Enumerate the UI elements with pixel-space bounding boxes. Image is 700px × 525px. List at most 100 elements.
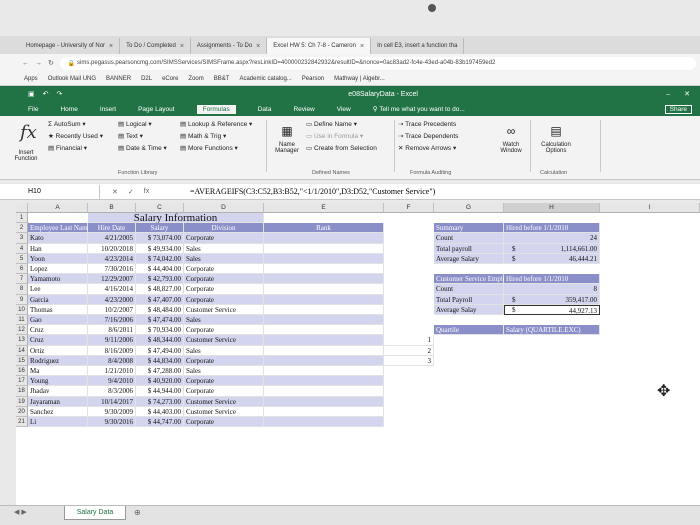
cell-last-name[interactable]: Han [28,243,88,254]
cell-division[interactable]: Corporate [184,264,264,275]
cell-hire-date[interactable]: 12/29/2007 [88,274,136,285]
row-header[interactable]: 21 [16,417,28,428]
cell-rank[interactable] [264,264,384,275]
close-icon[interactable]: × [256,43,260,50]
financial-button[interactable]: ▤ Financial ▾ [48,144,103,156]
row-header[interactable]: 5 [16,253,28,264]
cell-hire-date[interactable]: 7/30/2016 [88,264,136,275]
close-icon[interactable]: × [109,43,113,50]
cell-division[interactable]: Sales [184,345,264,356]
cell-division[interactable]: Sales [184,243,264,254]
trace-dependents-button[interactable]: ⇢ Trace Dependents [398,132,458,144]
summary-header[interactable]: Hired before 1/1/2010 [504,223,600,234]
logical-button[interactable]: ▤ Logical ▾ [118,120,167,132]
cell-salary[interactable]: $ 74,273.00 [136,396,184,407]
cell-last-name[interactable]: Gao [28,315,88,326]
cs-label[interactable]: Count [434,284,504,295]
cell-hire-date[interactable]: 1/21/2010 [88,366,136,377]
summary-label[interactable]: Average Salary [434,253,504,264]
bookmark[interactable]: Outlook Mail UNG [48,76,96,82]
create-from-selection-button[interactable]: ▭ Create from Selection [306,144,377,156]
cell-last-name[interactable]: Rodriguez [28,355,88,366]
bookmark[interactable]: BANNER [106,76,131,82]
cell-salary[interactable]: $ 44,747.00 [136,417,184,428]
table-header[interactable]: Salary [136,223,184,234]
row-header[interactable]: 16 [16,366,28,377]
bookmark[interactable]: Apps [24,76,38,82]
cell-hire-date[interactable]: 9/30/2016 [88,417,136,428]
browser-tab[interactable]: Assignments - To Do × [191,38,268,54]
cell-salary[interactable]: $ 47,474.00 [136,315,184,326]
row-header[interactable]: 19 [16,396,28,407]
tab-insert[interactable]: Insert [100,106,116,113]
table-header[interactable]: Rank [264,223,384,234]
quartile-number[interactable]: 3 [384,355,434,366]
fx-icon[interactable]: fx [144,188,149,196]
cell-hire-date[interactable]: 8/4/2008 [88,355,136,366]
cell-hire-date[interactable]: 4/16/2014 [88,284,136,295]
browser-tab[interactable]: In cell E3, insert a function tha [371,38,465,54]
watch-window-button[interactable]: ∞ Watch Window [496,124,526,154]
row-header[interactable]: 14 [16,345,28,356]
address-bar[interactable]: 🔒 sims.pegasus.pearsoncmg.com/SIMSServic… [59,56,696,70]
name-manager-button[interactable]: ▦ Name Manager [272,124,302,154]
cell-last-name[interactable]: Thomas [28,304,88,315]
cell-hire-date[interactable]: 4/21/2005 [88,233,136,244]
row-header[interactable]: 9 [16,294,28,305]
table-header[interactable]: Employee Last Name [28,223,91,234]
column-header[interactable]: A [28,203,88,213]
tab-file[interactable]: File [28,106,38,113]
cell-rank[interactable] [264,386,384,397]
cell-salary[interactable]: $ 47,288.00 [136,366,184,377]
cell-rank[interactable] [264,417,384,428]
cell-rank[interactable] [264,253,384,264]
cell-rank[interactable] [264,243,384,254]
math-trig-button[interactable]: ▤ Math & Trig ▾ [180,132,252,144]
summary-label[interactable]: Count [434,233,504,244]
cell-division[interactable]: Sales [184,315,264,326]
reload-icon[interactable]: ↻ [48,59,54,67]
cs-label[interactable]: Total Payroll [434,294,504,305]
row-header[interactable]: 3 [16,233,28,244]
bookmark[interactable]: BB&T [214,76,230,82]
forward-icon[interactable]: → [35,60,42,67]
tab-home[interactable]: Home [60,106,77,113]
formula-input[interactable]: =AVERAGEIFS(C3:C52,B3:B52,"<1/1/2010",D3… [190,187,435,196]
autosum-button[interactable]: Σ AutoSum ▾ [48,120,103,132]
cell-last-name[interactable]: Ortiz [28,345,88,356]
share-button[interactable]: Share [664,104,692,114]
row-header[interactable]: 18 [16,386,28,397]
cell-rank[interactable] [264,233,384,244]
bookmark[interactable]: D2L [141,76,152,82]
date-time-button[interactable]: ▤ Date & Time ▾ [118,144,167,156]
define-name-button[interactable]: ▭ Define Name ▾ [306,120,377,132]
browser-tab-active[interactable]: Excel HW 5: Ch 7-8 - Cameron × [267,38,372,54]
cancel-icon[interactable]: ✕ [112,188,118,196]
recently-used-button[interactable]: ★ Recently Used ▾ [48,132,103,144]
cell-division[interactable]: Corporate [184,386,264,397]
tab-data[interactable]: Data [258,106,272,113]
cell-last-name[interactable]: Sanchez [28,406,88,417]
cell-rank[interactable] [264,406,384,417]
cell-last-name[interactable]: Cruz [28,335,88,346]
cell-division[interactable]: Sales [184,366,264,377]
cell-rank[interactable] [264,335,384,346]
text-button[interactable]: ▤ Text ▾ [118,132,167,144]
cell-hire-date[interactable]: 8/3/2006 [88,386,136,397]
bookmark[interactable]: eCore [162,76,178,82]
cell-rank[interactable] [264,366,384,377]
cell-last-name[interactable]: Yamamoto [28,274,88,285]
bookmark[interactable]: Pearson [302,76,324,82]
cell-division[interactable]: Corporate [184,376,264,387]
name-box[interactable]: H10 [0,184,100,199]
cell-rank[interactable] [264,345,384,356]
cell-hire-date[interactable]: 7/16/2006 [88,315,136,326]
cell-division[interactable]: Corporate [184,355,264,366]
cell-salary[interactable]: $ 47,494.00 [136,345,184,356]
cell-last-name[interactable]: Lopez [28,264,88,275]
cell-rank[interactable] [264,315,384,326]
row-header[interactable]: 17 [16,376,28,387]
cell-hire-date[interactable]: 10/14/2017 [88,396,136,407]
save-icon[interactable]: ▣ [28,90,35,98]
column-header[interactable]: F [384,203,434,213]
